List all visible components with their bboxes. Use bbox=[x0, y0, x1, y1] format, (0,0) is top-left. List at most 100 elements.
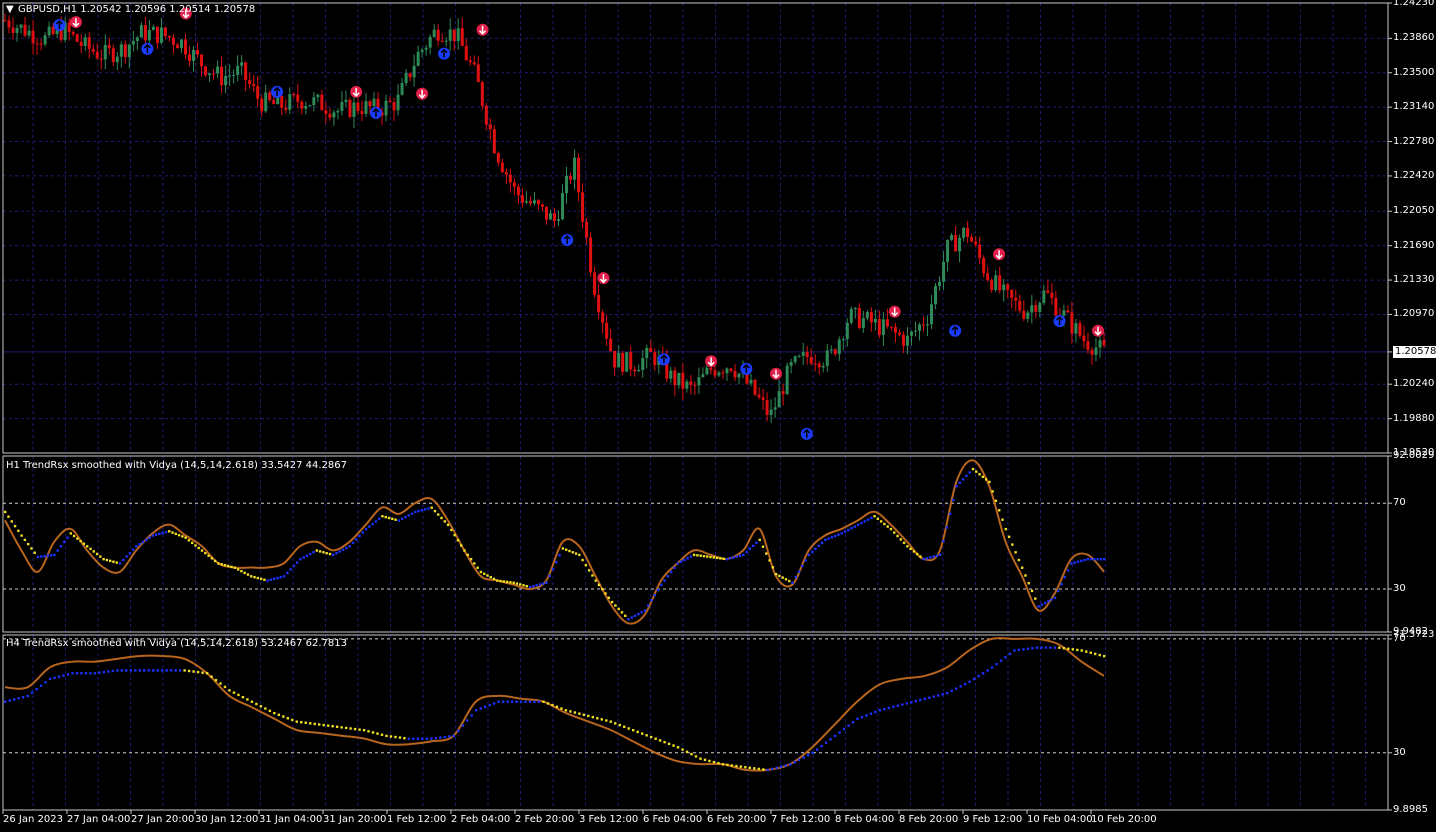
vidya-dot bbox=[945, 526, 948, 529]
vidya-dot bbox=[801, 564, 804, 568]
vidya-dot bbox=[482, 572, 486, 575]
vidya-dot bbox=[243, 571, 246, 575]
vidya-dot bbox=[948, 512, 952, 515]
candle-body bbox=[27, 30, 31, 36]
vidya-dot bbox=[259, 705, 263, 708]
vidya-dot bbox=[735, 555, 738, 558]
vidya-dot bbox=[326, 724, 330, 727]
vidya-dot bbox=[190, 541, 194, 545]
candle-body bbox=[885, 319, 889, 327]
candle-body bbox=[388, 100, 392, 102]
vidya-dot bbox=[919, 555, 922, 558]
vidya-dot bbox=[725, 557, 729, 561]
vidya-dot bbox=[1071, 648, 1074, 651]
candle-body bbox=[737, 373, 741, 378]
candle-body bbox=[713, 370, 717, 376]
vidya-dot bbox=[295, 720, 298, 723]
candle-body bbox=[942, 261, 946, 282]
ind2-frame bbox=[2, 634, 1389, 811]
vidya-dot bbox=[627, 727, 630, 730]
symbol-menu-icon[interactable]: ▼ bbox=[6, 4, 14, 16]
candle-body bbox=[7, 20, 11, 28]
vidya-dot bbox=[62, 674, 65, 677]
vidya-dot bbox=[118, 562, 122, 565]
vidya-dot bbox=[837, 533, 840, 536]
vidya-dot bbox=[883, 522, 886, 526]
vidya-dot bbox=[656, 588, 660, 592]
current-price-label: 1.20578 bbox=[1393, 345, 1436, 358]
vidya-dot bbox=[473, 562, 476, 565]
vidya-dot bbox=[204, 551, 207, 555]
candle-body bbox=[392, 101, 396, 111]
vidya-dot bbox=[1007, 535, 1011, 539]
vidya-dot bbox=[20, 534, 23, 537]
vidya-dot bbox=[48, 677, 52, 681]
candle-body bbox=[721, 372, 725, 374]
vidya-dot bbox=[968, 471, 971, 474]
candle-body bbox=[372, 98, 376, 107]
vidya-dot bbox=[1076, 560, 1080, 563]
candle-body bbox=[304, 105, 308, 109]
candle-body bbox=[364, 101, 368, 114]
vidya-dot bbox=[207, 554, 210, 557]
vidya-dot bbox=[122, 558, 125, 562]
vidya-dot bbox=[991, 490, 994, 493]
vidya-dot bbox=[981, 475, 985, 478]
candle-body bbox=[777, 391, 781, 408]
vidya-dot bbox=[910, 701, 913, 704]
vidya-dot bbox=[315, 549, 319, 552]
vidya-dot bbox=[4, 510, 7, 514]
candle-body bbox=[147, 29, 151, 41]
candle-body bbox=[673, 370, 677, 386]
candle-body bbox=[553, 213, 556, 221]
vidya-dot bbox=[89, 672, 92, 675]
candle-body bbox=[986, 273, 990, 281]
vidya-dot bbox=[309, 552, 312, 556]
vidya-dot bbox=[46, 554, 50, 557]
vidya-dot bbox=[276, 576, 279, 580]
vidya-dot bbox=[1062, 647, 1066, 650]
candle-body bbox=[817, 363, 821, 368]
vidya-dot bbox=[591, 715, 595, 719]
candle-body bbox=[336, 110, 340, 113]
candle-body bbox=[135, 37, 139, 42]
time-tick-label: 27 Jan 04:00 bbox=[67, 814, 131, 825]
vidya-dot bbox=[971, 467, 975, 471]
vidya-dot bbox=[847, 528, 850, 532]
vidya-dot bbox=[279, 575, 282, 579]
vidya-dot bbox=[699, 757, 702, 760]
candle-body bbox=[163, 27, 167, 36]
vidya-dot bbox=[181, 535, 184, 538]
vidya-dot bbox=[843, 530, 847, 533]
vidya-dot bbox=[263, 578, 266, 581]
vidya-dot bbox=[771, 767, 774, 771]
candle-body bbox=[488, 124, 492, 130]
candle-body bbox=[689, 381, 693, 386]
candle-body bbox=[452, 29, 456, 42]
vidya-dot bbox=[335, 551, 338, 555]
candle-body bbox=[1090, 349, 1094, 355]
vidya-dot bbox=[719, 557, 722, 560]
vidya-dot bbox=[811, 550, 814, 554]
vidya-dot bbox=[148, 536, 151, 539]
candle-body bbox=[841, 339, 845, 341]
vidya-dot bbox=[111, 669, 115, 673]
vidya-dot bbox=[233, 566, 237, 569]
candle-body bbox=[569, 175, 573, 180]
candle-body bbox=[39, 43, 43, 45]
candle-body bbox=[1010, 289, 1014, 298]
candle-body bbox=[340, 102, 344, 111]
candle-body bbox=[641, 358, 645, 370]
time-tick-label: 7 Feb 12:00 bbox=[771, 814, 831, 825]
vidya-dot bbox=[1008, 652, 1012, 656]
candle-body bbox=[196, 49, 200, 55]
vidya-dot bbox=[125, 669, 128, 672]
vidya-dot bbox=[922, 557, 925, 561]
vidya-dot bbox=[692, 553, 696, 557]
time-tick-label: 8 Feb 20:00 bbox=[899, 814, 959, 825]
vidya-dot bbox=[1053, 646, 1057, 649]
vidya-dot bbox=[654, 737, 657, 740]
vidya-dot bbox=[1080, 649, 1083, 652]
vidya-dot bbox=[131, 548, 135, 551]
candle-body bbox=[617, 352, 621, 368]
